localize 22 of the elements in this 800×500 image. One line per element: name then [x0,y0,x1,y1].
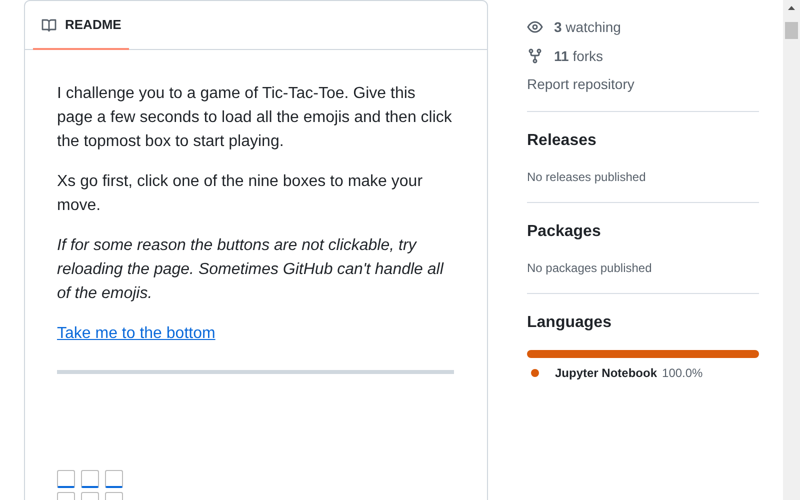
section-heading: Packages [527,222,602,242]
stat-link[interactable]: 11 forks [554,48,604,64]
board-square-link[interactable] [105,470,123,488]
section-note: No releases published [527,169,647,186]
section-note: No packages published [527,260,653,277]
scrollbar-thumb[interactable] [785,22,798,39]
readme-paragraph: Xs go first, click one of the nine boxes to make your move. [57,172,424,216]
readme-paragraph: If for some reason the buttons are not clickable, try reloading the page. Sometimes GitHub can't handle all of the emojis. [57,236,445,304]
eye-icon [527,18,543,34]
board-square-link[interactable] [81,470,99,488]
report-link[interactable]: Report repository [527,74,759,103]
fork-icon [527,48,543,64]
readme-paragraph: I challenge you to a game of Tic-Tac-Toe. Give this page a few seconds to load all the emojis and then click the topmost box to start playing. [57,84,453,152]
stat-link[interactable]: 3 watching [554,18,621,34]
language-percent: 100.0% [662,366,703,380]
section-heading: Releases [527,131,598,151]
language-name: Jupyter Notebook [555,366,658,380]
bottom-link[interactable]: Take me to the bottom [57,322,216,346]
section-heading: Languages [527,313,612,333]
board-square-link[interactable] [57,470,75,488]
readme-tab[interactable]: README [33,1,130,50]
book-icon [41,16,57,32]
